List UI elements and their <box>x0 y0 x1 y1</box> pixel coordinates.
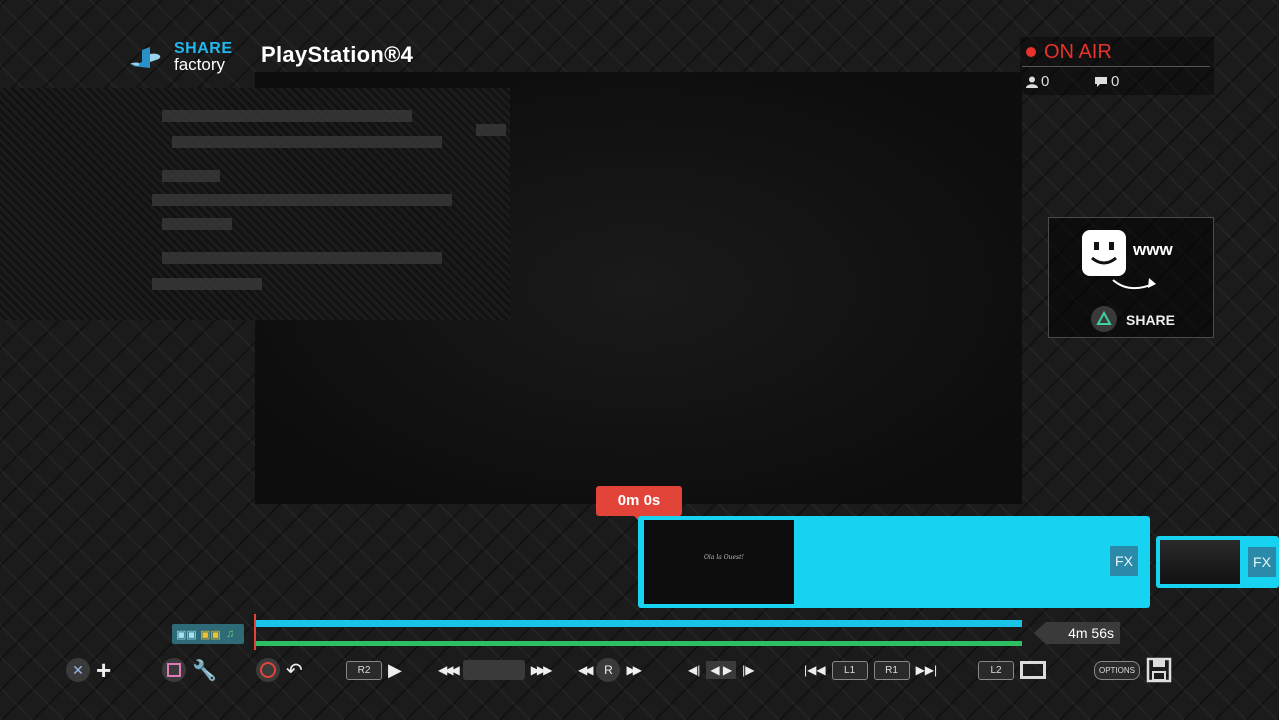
blurred-text-line <box>172 136 442 148</box>
comment-count: 0 <box>1094 73 1119 90</box>
share-label: SHARE <box>1126 312 1176 328</box>
jump-control[interactable]: |◀◀ L1 R1 ▶▶| <box>804 652 937 688</box>
forward-icon: ▶▶ <box>626 663 642 677</box>
logo-factory-text: factory <box>174 55 226 74</box>
fx-button[interactable]: FX <box>1248 547 1276 577</box>
scrub-control[interactable]: ◀◀◀ ▶▶▶ <box>438 652 553 688</box>
playstation-logo-icon <box>130 47 161 68</box>
cross-button-icon: ✕ <box>66 658 90 682</box>
blurred-text-line <box>162 252 442 264</box>
edit-tools-control[interactable]: 🔧 <box>162 652 217 688</box>
clip-thumbnail-caption: Ola la Ouest! <box>704 554 744 561</box>
undo-control[interactable]: ↶ <box>256 652 303 688</box>
blurred-overlay-panel <box>0 88 510 320</box>
clip-thumbnail <box>1160 540 1240 584</box>
audio-track-bar[interactable] <box>256 641 1022 646</box>
video-track-icon: ▣▣ <box>200 629 221 641</box>
fx-button[interactable]: FX <box>1110 546 1138 576</box>
total-duration: 4m 56s <box>1034 622 1120 644</box>
plus-icon: + <box>96 654 112 685</box>
r-stick-icon: R <box>596 658 621 682</box>
broadcast-status-panel: ON AIR 0 0 <box>1020 37 1214 95</box>
www-label: www <box>1133 240 1173 259</box>
blurred-text-line <box>152 278 262 290</box>
dpad-control[interactable]: ◀| ◀ ▶ |▶ <box>688 652 755 688</box>
trim-right-icon: |▶ <box>742 663 755 677</box>
r2-button-icon: R2 <box>346 660 382 680</box>
divider <box>1022 66 1210 67</box>
blurred-text-line <box>152 194 452 206</box>
timeline-clip[interactable]: FX <box>1156 536 1279 588</box>
blurred-text-line <box>476 124 506 136</box>
r1-button-icon: R1 <box>873 660 910 680</box>
view-control[interactable]: L2 <box>978 652 1046 688</box>
touchpad-icon <box>462 660 525 680</box>
music-note-icon: ♫ <box>226 628 235 640</box>
save-icon <box>1146 657 1172 683</box>
jump-start-icon: |◀◀ <box>804 663 826 677</box>
comment-icon <box>1095 76 1107 87</box>
track-type-indicator[interactable]: ▣▣ ▣▣ ♫ <box>172 624 244 644</box>
platform-title: PlayStation®4 <box>261 42 414 67</box>
square-button-icon <box>162 658 186 682</box>
share-arrow-icon <box>1112 278 1156 290</box>
dpad-icon: ◀ ▶ <box>706 661 737 679</box>
video-track-bar[interactable] <box>256 620 1022 627</box>
film-frame-icon <box>1020 661 1046 679</box>
add-clip-control[interactable]: ✕ + <box>66 652 111 688</box>
l1-button-icon: L1 <box>831 660 868 680</box>
viewer-count: 0 <box>1026 73 1049 90</box>
timeline-clip-selected[interactable]: Ola la Ouest! FX <box>638 516 1150 608</box>
total-duration-value: 4m 56s <box>1068 625 1114 641</box>
skip-frame-control[interactable]: ◀◀ R ▶▶ <box>578 652 642 688</box>
l2-button-icon: L2 <box>978 660 1014 680</box>
live-dot-icon <box>1026 47 1036 57</box>
blurred-text-line <box>162 170 220 182</box>
current-time-badge: 0m 0s <box>596 486 682 523</box>
save-control[interactable]: OPTIONS <box>1094 652 1172 688</box>
controller-hint-bar: ✕ + 🔧 ↶ R2 ▶ ◀◀◀ ▶▶▶ ◀◀ R ▶▶ ◀| ◀ ▶ |▶ |… <box>0 652 1279 688</box>
undo-icon: ↶ <box>286 659 303 682</box>
fast-forward-icon: ▶▶▶ <box>530 663 553 677</box>
viewer-icon <box>1026 76 1038 88</box>
blurred-text-line <box>162 110 412 122</box>
rewind-icon: ◀◀ <box>578 663 594 677</box>
play-control[interactable]: R2 ▶ <box>346 652 402 688</box>
sharefactory-logo: SHARE factory <box>128 40 240 76</box>
on-air-label: ON AIR <box>1044 41 1112 63</box>
circle-button-icon <box>256 658 280 682</box>
triangle-button-icon <box>1091 306 1117 332</box>
viewer-count-value: 0 <box>1041 73 1050 90</box>
play-icon: ▶ <box>388 659 402 680</box>
wrench-icon: 🔧 <box>192 659 217 682</box>
options-button-icon: OPTIONS <box>1094 660 1141 680</box>
blurred-text-line <box>162 218 232 230</box>
fast-rewind-icon: ◀◀◀ <box>438 663 460 677</box>
clip-thumbnail: Ola la Ouest! <box>644 520 794 604</box>
video-track-icon: ▣▣ <box>176 629 197 641</box>
jump-end-icon: ▶▶| <box>915 663 938 677</box>
share-panel[interactable]: www SHARE <box>1048 217 1214 338</box>
comment-count-value: 0 <box>1111 73 1120 90</box>
smiley-face-icon <box>1082 230 1126 276</box>
trim-left-icon: ◀| <box>688 663 701 677</box>
